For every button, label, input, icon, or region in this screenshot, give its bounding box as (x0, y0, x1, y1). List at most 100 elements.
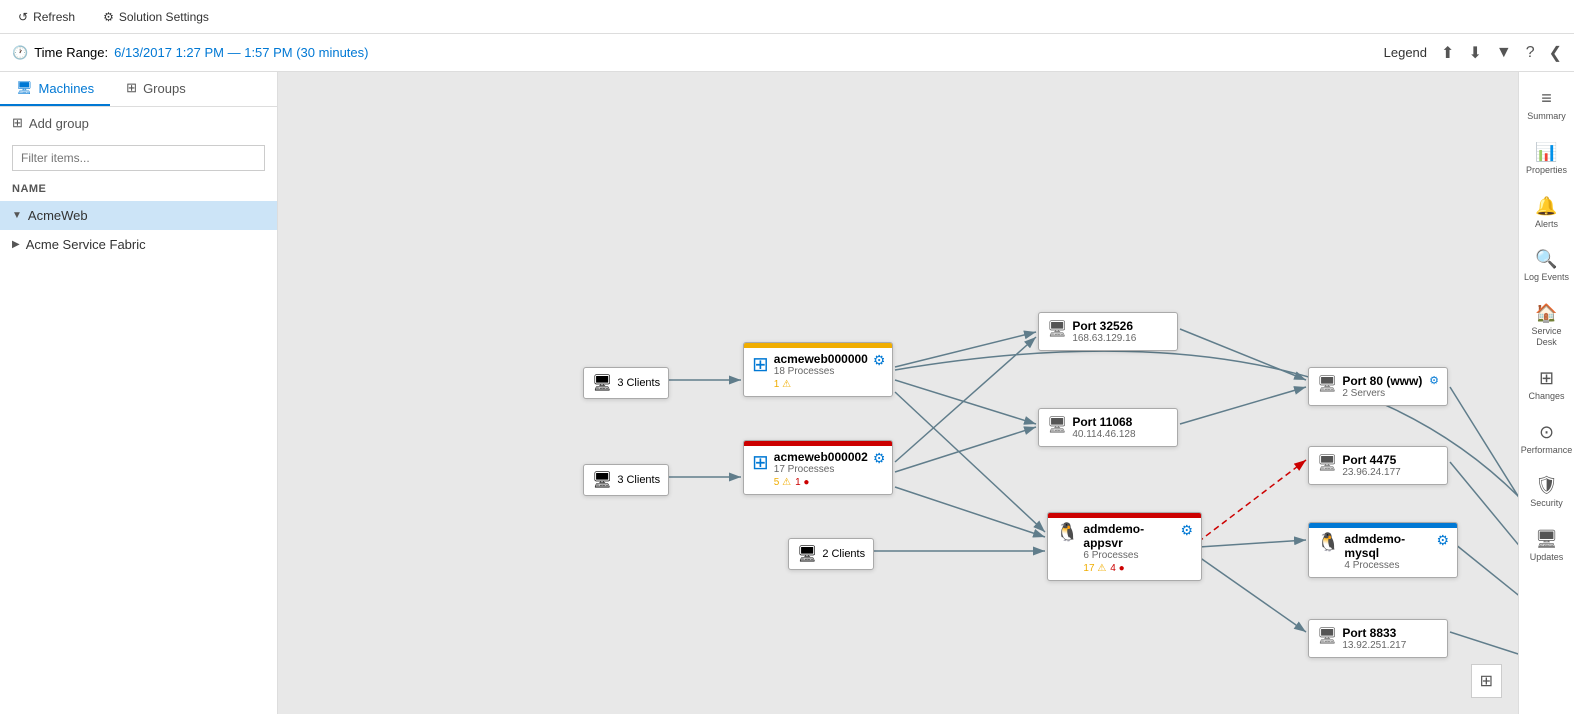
clients-label-2: 3 Clients (617, 474, 660, 486)
server-node-acmeweb000000[interactable]: ⊞ acmeweb000000 18 Processes 1 ⚠ ⚙ (743, 342, 893, 397)
alerts-label: Alerts (1535, 219, 1558, 230)
chevron-right-icon: ▶ (12, 239, 20, 250)
sidebar-item-service-desk[interactable]: 🏠 Service Desk (1519, 295, 1574, 356)
port4475-sub: 23.96.24.177 (1342, 467, 1439, 478)
sidebar-item-alerts[interactable]: 🔔 Alerts (1519, 188, 1574, 238)
port32526-sub: 168.63.129.16 (1072, 333, 1169, 344)
server-node-admdemo-appsvr[interactable]: 🐧 admdemo-appsvr 6 Processes 17 ⚠ 4 ● ⚙ (1047, 512, 1202, 581)
solution-settings-button[interactable]: ⚙ Solution Settings (97, 8, 215, 26)
security-label: Security (1530, 498, 1563, 509)
server2-name: acmeweb000002 (774, 450, 868, 464)
windows-icon-1: ⊞ (752, 352, 769, 377)
port8833-label: Port 8833 (1342, 626, 1439, 640)
expand-up-icon[interactable]: ⬆ (1441, 43, 1454, 63)
server3-badge-err: 4 ● (1110, 563, 1124, 574)
tab-groups[interactable]: ⊞ Groups (110, 72, 202, 106)
server2-processes: 17 Processes (774, 464, 868, 475)
updates-label: Updates (1530, 552, 1564, 563)
server3-name: admdemo-appsvr (1083, 522, 1175, 550)
server1-badge: 1 ⚠ (774, 379, 791, 390)
mysql-status-icon: ⚙ (1436, 532, 1449, 549)
properties-label: Properties (1526, 165, 1567, 176)
port-node-4475[interactable]: 🖥 Port 4475 23.96.24.177 (1308, 446, 1448, 485)
server3-processes: 6 Processes (1083, 550, 1175, 561)
server1-processes: 18 Processes (774, 366, 868, 377)
changes-icon: ⊞ (1539, 368, 1554, 389)
refresh-icon: ↺ (18, 10, 28, 24)
clients-node-1[interactable]: 🖥 3 Clients (583, 367, 669, 399)
port11068-icon: 🖥 (1047, 415, 1067, 435)
filter-icon[interactable]: ▼ (1496, 44, 1512, 62)
tab-groups-label: Groups (143, 81, 186, 96)
port-node-80[interactable]: 🖥 Port 80 (www) 2 Servers ⚙ (1308, 367, 1448, 406)
properties-icon: 📊 (1535, 142, 1557, 163)
server1-name: acmeweb000000 (774, 352, 868, 366)
sidebar-item-security[interactable]: 🛡 Security (1519, 467, 1574, 517)
clients-node-3[interactable]: 🖥 2 Clients (788, 538, 874, 570)
toolbar: ↺ Refresh ⚙ Solution Settings (0, 0, 1574, 34)
list-item-acmeweb-label: AcmeWeb (28, 208, 88, 223)
clients-label-1: 3 Clients (617, 377, 660, 389)
sidebar-item-summary[interactable]: ≡ Summary (1519, 80, 1574, 130)
clients-node-2[interactable]: 🖥 3 Clients (583, 464, 669, 496)
refresh-button[interactable]: ↺ Refresh (12, 8, 81, 26)
port8833-sub: 13.92.251.217 (1342, 640, 1439, 651)
sidebar-item-properties[interactable]: 📊 Properties (1519, 134, 1574, 184)
time-range-value: 6/13/2017 1:27 PM — 1:57 PM (30 minutes) (114, 45, 368, 60)
list-item-acme-service-fabric-label: Acme Service Fabric (26, 237, 146, 252)
legend-label: Legend (1384, 45, 1427, 60)
server3-badge-warn: 17 ⚠ (1083, 563, 1106, 574)
clock-icon: 🕐 (12, 45, 28, 61)
map-area[interactable]: 🖥 3 Clients 🖥 3 Clients 🖥 2 Clients ⊞ ac… (278, 72, 1518, 714)
port11068-sub: 40.114.46.128 (1072, 429, 1169, 440)
sidebar-item-log-events[interactable]: 🔍 Log Events (1519, 241, 1574, 291)
port-node-32526[interactable]: 🖥 Port 32526 168.63.129.16 (1038, 312, 1178, 351)
settings-icon: ⚙ (103, 10, 114, 24)
changes-label: Changes (1528, 391, 1564, 402)
list-item-acmeweb[interactable]: ▼ AcmeWeb (0, 201, 277, 230)
time-bar: 🕐 Time Range: 6/13/2017 1:27 PM — 1:57 P… (0, 34, 1574, 72)
tab-machines[interactable]: 🖥 Machines (0, 72, 110, 106)
fit-button[interactable]: ⊞ (1471, 664, 1502, 698)
collapse-panel-icon[interactable]: ❮ (1549, 43, 1562, 63)
sidebar-item-changes[interactable]: ⊞ Changes (1519, 360, 1574, 410)
windows-icon-2: ⊞ (752, 450, 769, 475)
sidebar-item-updates[interactable]: 🖥 Updates (1519, 521, 1574, 571)
add-group-button[interactable]: ⊞ Add group (0, 107, 277, 139)
summary-icon: ≡ (1541, 88, 1552, 109)
time-range-label-text: Time Range: (34, 45, 108, 60)
server2-badge-warn: 5 ⚠ (774, 477, 791, 488)
sidebar-item-performance[interactable]: ⊙ Performance (1519, 414, 1574, 464)
port8833-icon: 🖥 (1317, 626, 1337, 646)
mysql-name: admdemo-mysql (1344, 532, 1431, 560)
filter-input[interactable] (12, 145, 265, 171)
port80-label: Port 80 (www) (1342, 374, 1424, 388)
time-range: 🕐 Time Range: 6/13/2017 1:27 PM — 1:57 P… (12, 45, 368, 61)
chevron-down-icon: ▼ (12, 210, 22, 221)
clients-label-3: 2 Clients (822, 548, 865, 560)
security-icon: 🛡 (1535, 475, 1558, 496)
server3-status-icon: ⚙ (1180, 522, 1193, 539)
server-node-admdemo-mysql[interactable]: 🐧 admdemo-mysql 4 Processes ⚙ (1308, 522, 1458, 578)
port80-icon: 🖥 (1317, 374, 1337, 394)
port4475-icon: 🖥 (1317, 453, 1337, 473)
list-item-acme-service-fabric[interactable]: ▶ Acme Service Fabric (0, 230, 277, 259)
right-sidebar: ≡ Summary 📊 Properties 🔔 Alerts 🔍 Log Ev… (1518, 72, 1574, 714)
updates-icon: 🖥 (1535, 529, 1558, 550)
machines-icon: 🖥 (16, 80, 33, 96)
port-node-8833[interactable]: 🖥 Port 8833 13.92.251.217 (1308, 619, 1448, 658)
expand-down-icon[interactable]: ⬇ (1468, 43, 1481, 63)
help-icon[interactable]: ? (1526, 44, 1535, 62)
server-node-acmeweb000002[interactable]: ⊞ acmeweb000002 17 Processes 5 ⚠ 1 ● ⚙ (743, 440, 893, 495)
add-group-label: Add group (29, 116, 89, 131)
port-node-11068[interactable]: 🖥 Port 11068 40.114.46.128 (1038, 408, 1178, 447)
solution-settings-label: Solution Settings (119, 10, 209, 24)
server2-badge-err: 1 ● (795, 477, 809, 488)
node-header-red-3 (1048, 513, 1201, 518)
node-header-blue-mysql (1309, 523, 1457, 528)
alerts-icon: 🔔 (1535, 196, 1557, 217)
tabs: 🖥 Machines ⊞ Groups (0, 72, 277, 107)
clients-icon-1: 🖥 (592, 373, 612, 393)
port80-sub: 2 Servers (1342, 388, 1424, 399)
clients-icon-2: 🖥 (592, 470, 612, 490)
